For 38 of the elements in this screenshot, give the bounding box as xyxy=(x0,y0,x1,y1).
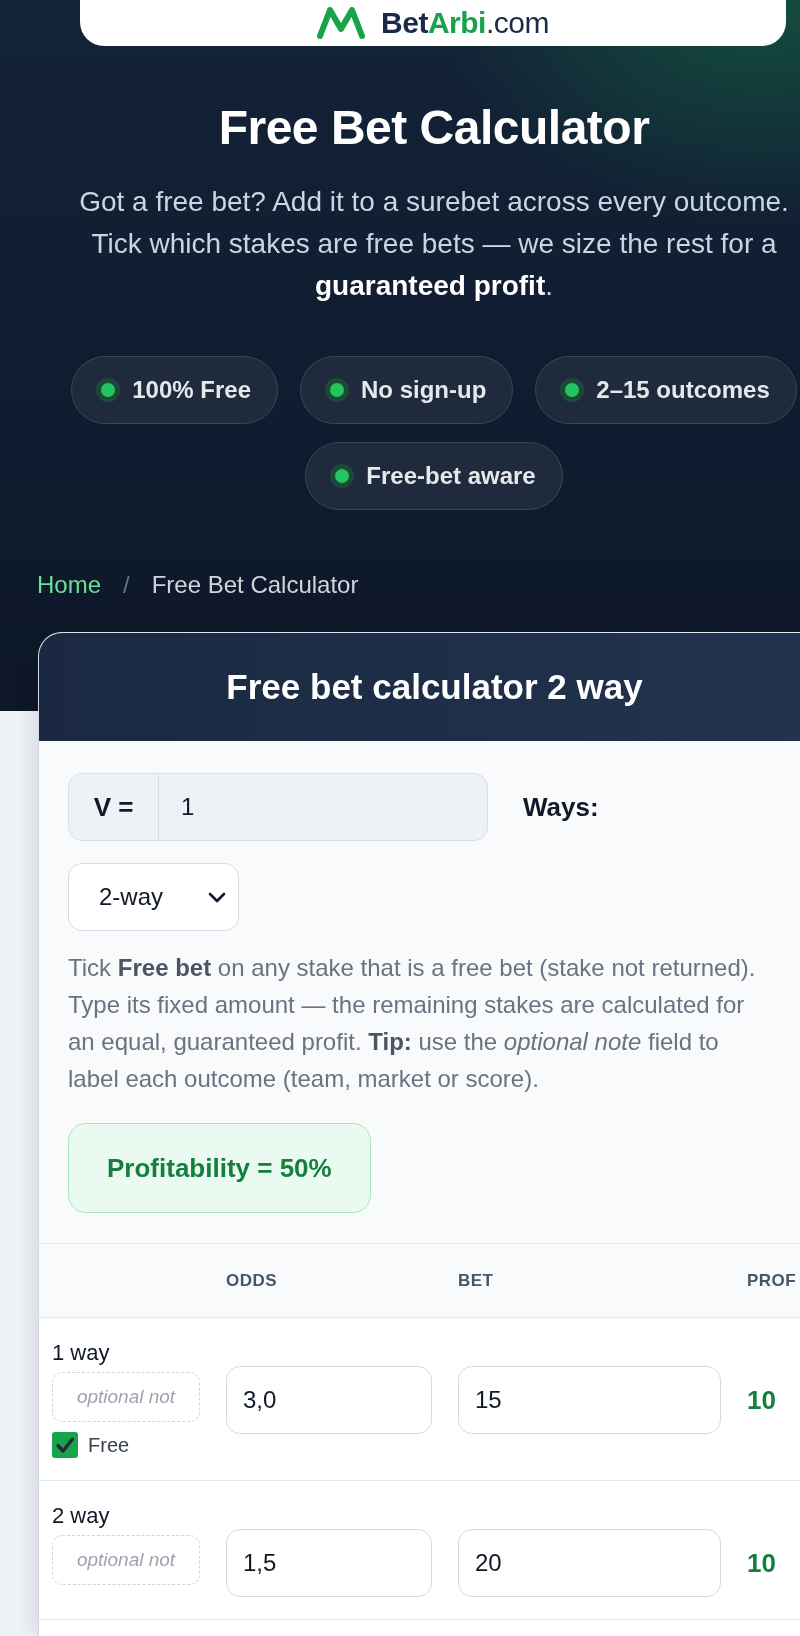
stake-input[interactable]: 1 xyxy=(158,773,488,841)
free-checkbox[interactable] xyxy=(52,1432,78,1458)
dot-icon xyxy=(560,378,585,402)
odds-input[interactable]: 1,5 xyxy=(226,1529,432,1597)
ways-select[interactable]: 2-way xyxy=(68,863,239,931)
profitability-result: Profitability = 50% xyxy=(68,1123,371,1213)
dot-icon xyxy=(330,464,355,488)
ways-label: Ways: xyxy=(523,790,599,824)
dot-icon xyxy=(96,378,121,402)
outcome-label: 2 way xyxy=(52,1502,111,1530)
odds-input[interactable]: 3,0 xyxy=(226,1366,432,1434)
feature-label: 2–15 outcomes xyxy=(596,375,770,405)
bet-input[interactable]: 20 xyxy=(458,1529,721,1597)
note-field[interactable]: optional not xyxy=(52,1372,200,1422)
breadcrumb-link[interactable]: Home xyxy=(37,567,102,603)
stake-label: V = xyxy=(68,773,159,841)
column-heading: BET xyxy=(458,1269,494,1292)
hero-intro: Got a free bet? Add it to a surebet across every outcome. Tick which stakes are free bets — we size the rest for a guaranteed profit. xyxy=(78,185,790,303)
outcome-label: 1 way xyxy=(52,1339,111,1367)
card-title: Free bet calculator 2 way xyxy=(226,666,643,708)
column-heading: ODDS xyxy=(226,1269,278,1292)
profit-value: 10 xyxy=(747,1383,776,1417)
feature-label: Free-bet aware xyxy=(366,461,536,491)
column-heading: PROF xyxy=(747,1269,797,1292)
note-field[interactable]: optional not xyxy=(52,1535,200,1585)
free-label[interactable]: Free xyxy=(88,1432,130,1458)
chevron-down-icon xyxy=(208,891,226,903)
breadcrumb-current: Free Bet Calculator xyxy=(151,570,359,600)
feature-label: No sign-up xyxy=(361,375,487,405)
help-text: Tick Free bet on any stake that is a free bet (stake not returned). Type its fixed amount — the remaining stakes are calculated for an equal, guaranteed profit. Tip: use the optional note field to label each outcome (team, market or score). xyxy=(68,953,757,1094)
zigzag-logo-icon xyxy=(317,7,366,39)
profit-value: 10 xyxy=(747,1546,776,1580)
page-title: Free Bet Calculator xyxy=(217,100,651,156)
bet-input[interactable]: 15 xyxy=(458,1366,721,1434)
breadcrumb-separator: / xyxy=(123,570,130,600)
dot-icon xyxy=(325,378,349,402)
logo-text: BetArbi.com xyxy=(381,8,549,38)
feature-label: 100% Free xyxy=(132,375,251,405)
